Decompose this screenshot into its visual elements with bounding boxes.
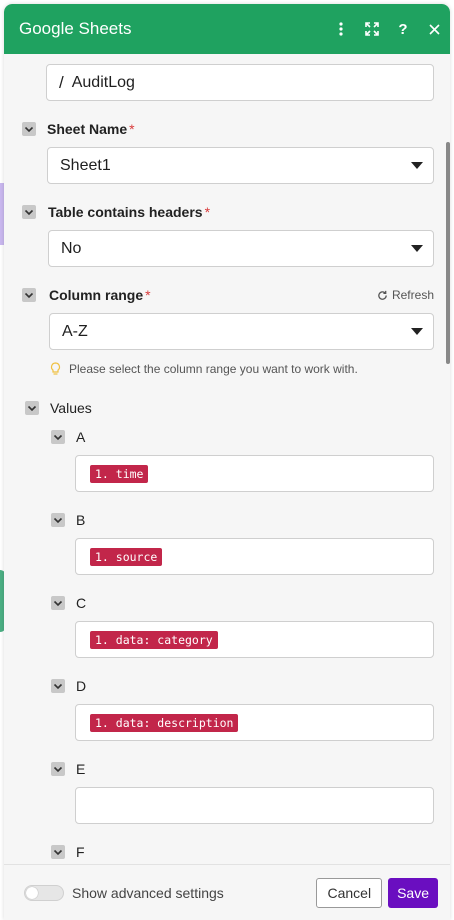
column-b-label: B [76,512,86,528]
column-e-collapse-icon[interactable] [51,762,65,776]
column-range-hint: Please select the column range you want … [50,362,358,376]
save-button[interactable]: Save [388,877,438,908]
column-c-collapse-icon[interactable] [51,596,65,610]
sheet-name-select[interactable]: Sheet1 [47,147,434,184]
close-icon[interactable] [419,14,449,44]
column-d-label: D [76,678,87,694]
column-d-field[interactable]: 1. data: description [75,704,434,741]
column-range-label: Column range * [49,287,151,303]
expand-icon[interactable] [357,14,387,44]
chevron-down-icon [411,328,423,335]
more-options-icon[interactable] [326,14,356,44]
column-b-collapse-icon[interactable] [51,513,65,527]
mapped-value-pill[interactable]: 1. data: description [90,713,239,732]
mapped-value-pill[interactable]: 1. time [90,464,149,483]
table-headers-label: Table contains headers * [48,204,211,220]
sheet-name-checkbox-icon[interactable] [22,122,36,136]
column-c-label: C [76,595,87,611]
column-e-label: E [76,761,86,777]
panel-header: Google Sheets ? [4,4,450,54]
column-range-select[interactable]: A-Z [49,313,434,350]
spreadsheet-field[interactable]: / AuditLog [46,64,434,101]
values-label: Values [50,400,92,416]
advanced-settings-toggle[interactable] [24,884,64,901]
column-c-field[interactable]: 1. data: category [75,621,434,658]
values-collapse-icon[interactable] [25,401,39,415]
column-d-collapse-icon[interactable] [51,679,65,693]
cancel-button[interactable]: Cancel [316,877,383,908]
sheet-name-label: Sheet Name * [47,121,135,137]
column-a-label: A [76,429,86,445]
column-range-value: A-Z [62,322,88,340]
column-f-collapse-icon[interactable] [51,845,65,859]
spreadsheet-value: AuditLog [71,73,135,91]
column-range-checkbox-icon[interactable] [22,288,36,302]
sheet-name-value: Sheet1 [60,156,111,174]
refresh-icon [378,290,387,300]
mapped-value-pill[interactable]: 1. data: category [90,630,218,649]
panel-body: / AuditLog Sheet Name * Sheet1 Table cont… [4,54,450,864]
panel-footer: Show advanced settings Cancel Save [4,864,450,920]
column-e-field[interactable] [75,787,434,824]
refresh-button[interactable]: Refresh [377,288,434,302]
column-f-label: F [76,844,85,860]
mapped-value-pill[interactable]: 1. source [90,547,163,566]
advanced-settings-label: Show advanced settings [72,884,224,901]
table-headers-select[interactable]: No [48,230,434,267]
help-icon[interactable]: ? [388,14,418,44]
module-settings-panel: Google Sheets ? / AuditLog Sheet Name * S… [4,4,450,920]
table-headers-checkbox-icon[interactable] [22,205,36,219]
lightbulb-icon [50,362,61,375]
column-b-field[interactable]: 1. source [75,538,434,575]
column-a-collapse-icon[interactable] [51,430,65,444]
panel-title: Google Sheets [19,19,132,38]
chevron-down-icon [411,162,423,169]
column-a-field[interactable]: 1. time [75,455,434,492]
chevron-down-icon [411,245,423,252]
table-headers-value: No [61,239,82,257]
slash-path-icon: / [59,72,64,92]
